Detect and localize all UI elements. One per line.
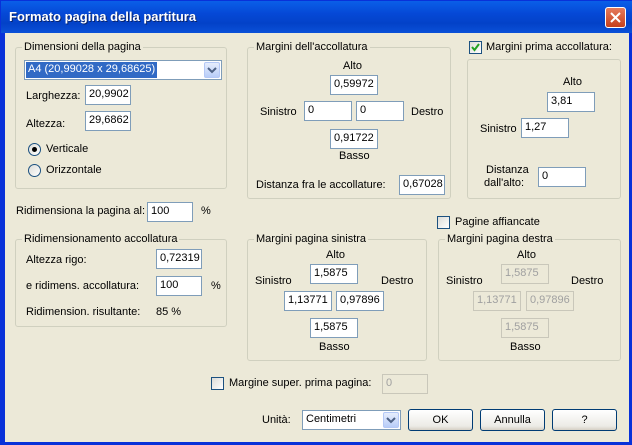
- check-icon: [471, 43, 480, 52]
- portrait-radio[interactable]: [28, 143, 41, 156]
- right-page-right-label: Destro: [571, 275, 604, 287]
- system-right-field[interactable]: 0: [356, 101, 404, 121]
- paper-size-select[interactable]: A4 (20,99028 x 29,68625): [24, 60, 222, 80]
- left-page-right-label: Destro: [381, 275, 414, 287]
- left-page-right-field[interactable]: 0,97896: [336, 291, 384, 311]
- result-value: 85 %: [156, 306, 182, 318]
- scale-unit: %: [211, 280, 221, 292]
- group-title: Dimensioni della pagina: [22, 41, 143, 53]
- first-top-label: Alto: [563, 76, 582, 88]
- right-page-top-field[interactable]: 1,5875: [501, 264, 549, 284]
- left-page-bottom-label: Basso: [319, 341, 350, 353]
- left-page-top-field[interactable]: 1,5875: [310, 264, 358, 284]
- group-title: Ridimensionamento accollatura: [22, 233, 180, 245]
- dialog-window: Formato pagina della partitura Dimension…: [0, 0, 632, 445]
- system-bottom-field[interactable]: 0,91722: [330, 129, 378, 149]
- first-page-margin-field[interactable]: 0: [382, 374, 428, 394]
- resize-field[interactable]: 100: [147, 202, 193, 222]
- right-page-left-field[interactable]: 1,13771: [473, 291, 521, 311]
- system-distance-label: Distanza fra le accollature:: [256, 179, 386, 191]
- first-top-field[interactable]: 3,81: [547, 92, 595, 112]
- first-distance-label-1: Distanza: [486, 164, 529, 176]
- right-page-bottom-label: Basso: [510, 341, 541, 353]
- window-title: Formato pagina della partitura: [9, 9, 197, 24]
- cancel-button[interactable]: Annulla: [480, 409, 545, 431]
- help-button[interactable]: ?: [552, 409, 617, 431]
- left-page-left-field[interactable]: 1,13771: [284, 291, 332, 311]
- right-page-bottom-field[interactable]: 1,5875: [501, 318, 549, 338]
- system-distance-field[interactable]: 0,67028: [399, 175, 445, 195]
- width-label: Larghezza:: [26, 90, 81, 102]
- result-label: Ridimension. risultante:: [26, 306, 141, 318]
- scale-label: e ridimens. accollatura:: [26, 280, 140, 292]
- height-field[interactable]: 29,6862: [85, 111, 131, 131]
- landscape-radio[interactable]: [28, 164, 41, 177]
- paper-size-value: A4 (20,99028 x 29,68625): [26, 62, 158, 78]
- left-page-bottom-field[interactable]: 1,5875: [310, 318, 358, 338]
- group-title: Margini pagina destra: [445, 233, 555, 245]
- chevron-down-icon[interactable]: [204, 62, 220, 78]
- group-title: Margini pagina sinistra: [254, 233, 369, 245]
- staff-height-label: Altezza rigo:: [26, 254, 87, 266]
- resize-unit: %: [201, 205, 211, 217]
- right-page-left-label: Sinistro: [446, 275, 483, 287]
- facing-pages-checkbox[interactable]: [437, 216, 450, 229]
- units-value: Centimetri: [306, 413, 357, 425]
- resize-label: Ridimensiona la pagina al:: [16, 205, 146, 217]
- system-left-field[interactable]: 0: [304, 101, 352, 121]
- left-page-left-label: Sinistro: [255, 275, 292, 287]
- ok-button[interactable]: OK: [408, 409, 473, 431]
- chevron-down-icon[interactable]: [383, 412, 399, 428]
- landscape-label: Orizzontale: [46, 164, 102, 176]
- system-top-label: Alto: [343, 60, 362, 72]
- first-system-label: Margini prima accollatura:: [486, 41, 612, 53]
- group-title: Margini dell'accollatura: [254, 41, 370, 53]
- first-distance-label-2: dall'alto:: [484, 177, 525, 189]
- units-select[interactable]: Centimetri: [302, 410, 401, 430]
- title-bar: Formato pagina della partitura: [1, 1, 632, 33]
- system-bottom-label: Basso: [339, 150, 370, 162]
- first-system-checkbox[interactable]: [469, 41, 482, 54]
- dialog-body: Dimensioni della pagina A4 (20,99028 x 2…: [5, 33, 629, 442]
- left-page-top-label: Alto: [326, 249, 345, 261]
- facing-pages-label: Pagine affiancate: [455, 216, 540, 228]
- first-left-field[interactable]: 1,27: [521, 118, 569, 138]
- first-left-label: Sinistro: [480, 123, 517, 135]
- width-field[interactable]: 20,9902: [85, 85, 131, 105]
- first-distance-field[interactable]: 0: [538, 167, 586, 187]
- system-right-label: Destro: [411, 106, 444, 118]
- close-icon: [610, 12, 621, 23]
- portrait-label: Verticale: [46, 143, 89, 155]
- scale-field[interactable]: 100: [156, 276, 202, 296]
- first-page-margin-label: Margine super. prima pagina:: [229, 377, 372, 389]
- height-label: Altezza:: [26, 118, 66, 130]
- staff-height-field[interactable]: 0,72319: [156, 249, 202, 269]
- units-label: Unità:: [262, 414, 291, 426]
- system-left-label: Sinistro: [260, 106, 297, 118]
- first-page-margin-checkbox[interactable]: [211, 377, 224, 390]
- system-top-field[interactable]: 0,59972: [330, 75, 378, 95]
- right-page-top-label: Alto: [517, 249, 536, 261]
- right-page-right-field[interactable]: 0,97896: [526, 291, 574, 311]
- close-button[interactable]: [605, 7, 626, 28]
